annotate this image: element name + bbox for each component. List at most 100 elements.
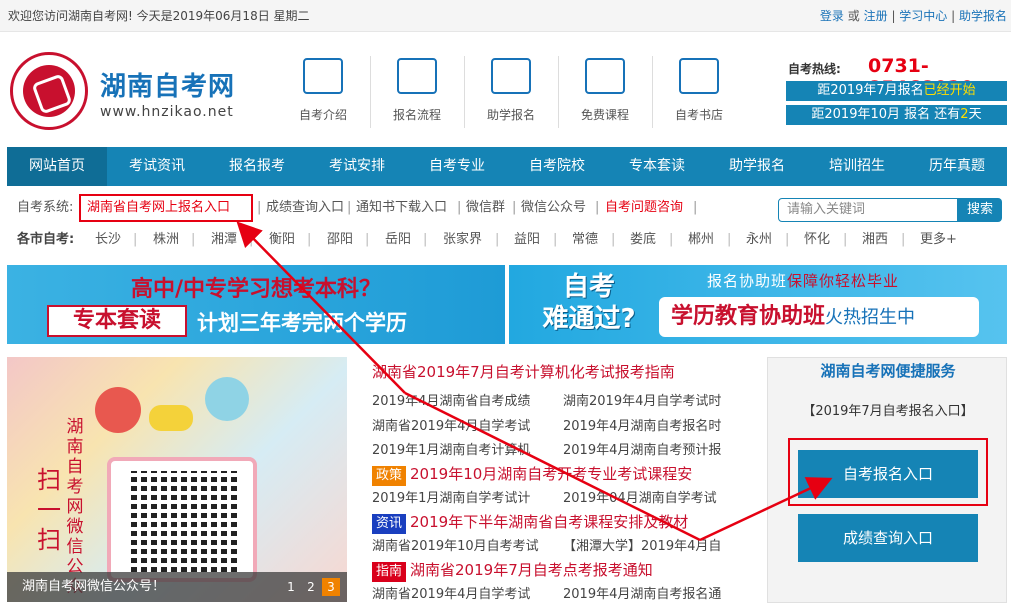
banner2-main: 学历教育协助班火热招生中 <box>659 297 979 337</box>
city-link[interactable]: 岳阳 <box>385 226 411 254</box>
nav-home[interactable]: 网站首页 <box>7 147 107 186</box>
wechat-group-link[interactable]: 微信群 <box>466 193 505 223</box>
help-signup-link[interactable]: 助学报名 <box>959 9 1007 23</box>
news-headline-text: 湖南省2019年7月自考点考报考通知 <box>410 561 653 579</box>
banner2-left-line1: 自考 <box>562 272 615 302</box>
notice-october-days: 2 <box>960 107 969 122</box>
brand-name[interactable]: 湖南自考网 <box>100 66 235 103</box>
slider-page-2[interactable]: 2 <box>302 578 320 596</box>
register-link[interactable]: 注册 <box>864 9 888 23</box>
news-headline[interactable]: 政策 2019年10月湖南自考开考专业考试课程安 <box>372 463 692 486</box>
city-link[interactable]: 娄底 <box>630 226 656 254</box>
intro-nav[interactable]: 自考介绍 <box>278 58 368 123</box>
city-link[interactable]: 怀化 <box>804 226 830 254</box>
wechat-slider[interactable]: 湖南自考网微信公众 扫一扫 湖南自考网微信公众号！ 1 2 3 <box>7 357 347 602</box>
more-cities-link[interactable]: 更多+ <box>920 226 957 254</box>
service-title: 湖南自考网便捷服务 <box>820 362 956 380</box>
banner1-headline: 高中/中专学习想考本科？ <box>130 277 382 302</box>
study-center-link[interactable]: 学习中心 <box>899 9 947 23</box>
divider: | <box>727 232 732 247</box>
info-tag: 资讯 <box>372 514 407 534</box>
notice-july-text: 距2019年7月报名 <box>817 83 924 98</box>
slider-page-1[interactable]: 1 <box>282 578 300 596</box>
easel-icon <box>303 58 343 94</box>
wechat-account-link[interactable]: 微信公众号 <box>521 193 586 223</box>
news-item[interactable]: 2019年4月湖南自考报名时 <box>563 415 721 434</box>
assist-class-banner[interactable]: 自考 难通过? 报名协助班保障你轻松毕业 学历教育协助班火热招生中 <box>509 265 1007 344</box>
main-nav: 网站首页 考试资讯 报名报考 考试安排 自考专业 自考院校 专本套读 助学报名 … <box>7 147 1007 186</box>
nav-help-signup[interactable]: 助学报名 <box>707 147 807 186</box>
divider: | <box>257 200 262 215</box>
news-item[interactable]: 2019年4月湖南省自考成绩 <box>372 390 530 409</box>
score-query-link[interactable]: 成绩查询入口 <box>266 193 344 223</box>
news-row: 湖南省2019年4月自学考试 2019年4月湖南自考报名通 <box>372 583 752 603</box>
news-item[interactable]: 湖南省2019年4月自学考试 <box>372 415 530 434</box>
divider: | <box>553 232 558 247</box>
divider: | <box>249 232 254 247</box>
notice-july-highlight: 已经开始 <box>923 83 976 98</box>
news-item[interactable]: 2019年04月湖南自学考试 <box>563 487 717 506</box>
news-headline[interactable]: 指南 湖南省2019年7月自考点考报考通知 <box>372 559 653 582</box>
city-link[interactable]: 湘潭 <box>211 226 237 254</box>
news-headline[interactable]: 资讯 2019年下半年湖南省自考课程安排及教材 <box>372 511 688 534</box>
news-item[interactable]: 2019年1月湖南自考计算机 <box>372 439 530 458</box>
policy-tag: 政策 <box>372 466 407 486</box>
city-link[interactable]: 长沙 <box>95 226 121 254</box>
news-item[interactable]: 2019年1月湖南自学考试计 <box>372 487 530 506</box>
news-item[interactable]: 【湘潭大学】2019年4月自 <box>563 535 721 554</box>
qr-code-icon <box>131 471 239 576</box>
city-link[interactable]: 湘西 <box>862 226 888 254</box>
divider <box>558 56 559 128</box>
score-query-button[interactable]: 成绩查询入口 <box>798 514 978 562</box>
exam-signup-button[interactable]: 自考报名入口 <box>798 450 978 498</box>
news-item[interactable]: 湖南省2019年4月自学考试 <box>372 583 530 602</box>
process-nav[interactable]: 报名流程 <box>372 58 462 123</box>
divider: | <box>133 232 138 247</box>
news-item[interactable]: 湖南省2019年10月自考考试 <box>372 535 539 554</box>
city-link[interactable]: 株洲 <box>153 226 179 254</box>
city-link[interactable]: 邵阳 <box>327 226 353 254</box>
news-headline-text: 2019年下半年湖南省自考课程安排及教材 <box>410 513 689 531</box>
city-link[interactable]: 常德 <box>572 226 598 254</box>
slider-page-3[interactable]: 3 <box>322 578 340 596</box>
city-link[interactable]: 衡阳 <box>269 226 295 254</box>
notice-july[interactable]: 距2019年7月报名已经开始 <box>786 81 1007 101</box>
notice-download-link[interactable]: 通知书下载入口 <box>356 193 447 223</box>
qr-frame <box>107 457 257 582</box>
login-link[interactable]: 登录 <box>820 9 844 23</box>
site-logo[interactable] <box>10 52 88 130</box>
brand-domain: www.hnzikao.net <box>100 104 234 120</box>
service-panel: 湖南自考网便捷服务 【2019年7月自考报名入口】 自考报名入口 成绩查询入口 <box>767 357 1007 603</box>
news-headline[interactable]: 湖南省2019年7月自考计算机化考试报考指南 <box>372 361 675 382</box>
nav-signup[interactable]: 报名报考 <box>207 147 307 186</box>
process-label: 报名流程 <box>392 108 441 122</box>
service-subtitle[interactable]: 【2019年7月自考报名入口】 <box>768 400 1008 419</box>
news-item[interactable]: 2019年4月湖南自考预计报 <box>563 439 721 458</box>
nav-schedule[interactable]: 考试安排 <box>307 147 407 186</box>
news-item[interactable]: 2019年4月湖南自考报名通 <box>563 583 721 602</box>
city-link[interactable]: 张家界 <box>443 226 482 254</box>
help-signup-nav[interactable]: 助学报名 <box>466 58 556 123</box>
nav-combined[interactable]: 专本套读 <box>607 147 707 186</box>
nav-past-exams[interactable]: 历年真题 <box>907 147 1007 186</box>
city-link[interactable]: 益阳 <box>514 226 540 254</box>
nav-schools[interactable]: 自考院校 <box>507 147 607 186</box>
consult-link[interactable]: 自考问题咨询 <box>605 193 683 223</box>
news-item[interactable]: 湖南2019年4月自学考试时 <box>563 390 721 409</box>
bookstore-nav[interactable]: 自考书店 <box>654 58 744 123</box>
nav-training[interactable]: 培训招生 <box>807 147 907 186</box>
news-row: 湖南省2019年4月自学考试 2019年4月湖南自考报名时 <box>372 415 752 435</box>
combined-study-banner[interactable]: 高中/中专学习想考本科？ 专本套读 计划三年考完两个学历 <box>7 265 505 344</box>
search-input[interactable]: 请输入关键词 <box>778 198 958 222</box>
city-link[interactable]: 郴州 <box>688 226 714 254</box>
city-link[interactable]: 永州 <box>746 226 772 254</box>
nav-majors[interactable]: 自考专业 <box>407 147 507 186</box>
notice-october[interactable]: 距2019年10月 报名 还有2天 <box>786 105 1007 125</box>
notice-october-text: 距2019年10月 报名 还有 <box>811 107 961 122</box>
divider: | <box>843 232 848 247</box>
search-button[interactable]: 搜索 <box>958 198 1002 222</box>
nav-news[interactable]: 考试资讯 <box>107 147 207 186</box>
free-course-nav[interactable]: 免费课程 <box>560 58 650 123</box>
divider: | <box>191 232 196 247</box>
cartoon-figure <box>205 377 249 421</box>
